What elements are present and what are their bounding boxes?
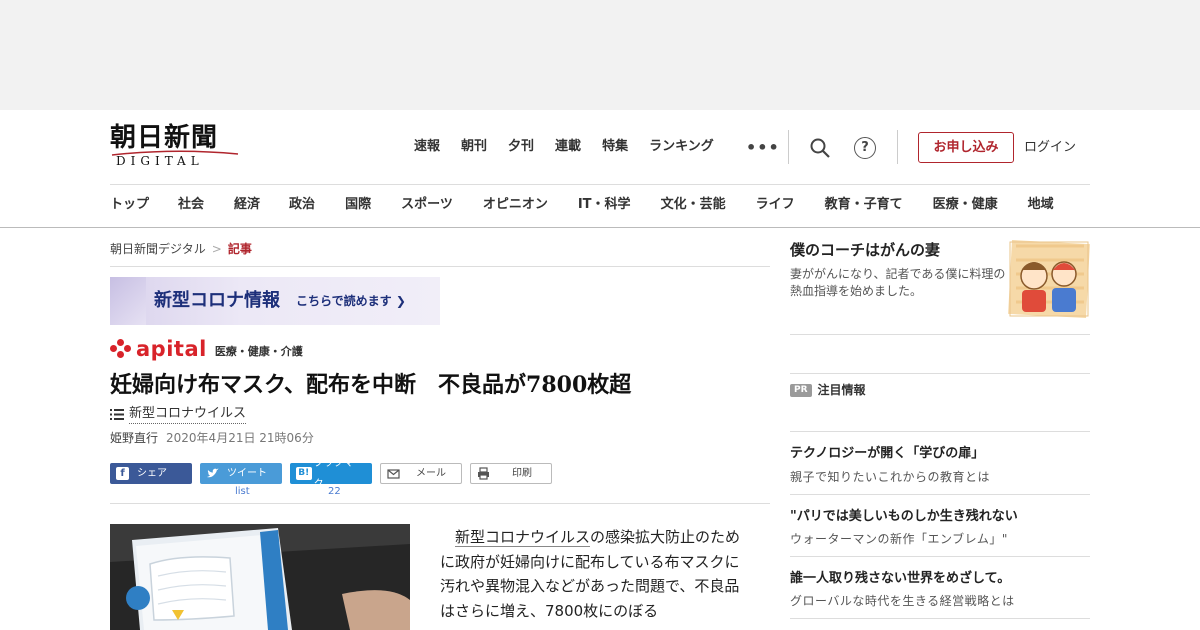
hatena-bookmark-label: ブックマーク	[313, 457, 364, 490]
sidebar-divider	[790, 618, 1090, 619]
login-link[interactable]: ログイン	[1024, 139, 1076, 157]
hatena-icon: B!	[296, 467, 312, 480]
corona-info-banner[interactable]: 新型コロナ情報 こちらで読めます ❯	[110, 277, 440, 325]
mask-package-image	[110, 524, 410, 630]
top-nav-item-tokushu[interactable]: 特集	[602, 138, 628, 156]
header-bottom-border	[0, 227, 1200, 228]
twitter-share-label: ツイート	[227, 468, 267, 479]
apital-logo[interactable]: apital 医療・健康・介護	[110, 338, 303, 360]
pr-item-title[interactable]: 誰一人取り残さない世界をめざして。	[790, 570, 1010, 588]
category-opinion[interactable]: オピニオン	[483, 196, 548, 214]
category-society[interactable]: 社会	[178, 196, 204, 214]
advertisement-band	[0, 0, 1200, 110]
top-nav-item-choukan[interactable]: 朝刊	[461, 138, 487, 156]
facebook-share-label: シェア	[137, 468, 167, 479]
logo-swoosh	[111, 150, 239, 156]
print-label: 印刷	[512, 468, 532, 479]
breadcrumb-separator: >	[211, 242, 222, 256]
mail-share-button[interactable]: メール	[380, 463, 462, 484]
top-nav: 速報 朝刊 夕刊 連載 特集 ランキング	[414, 138, 735, 156]
sidebar-divider	[790, 494, 1090, 495]
category-nav: トップ 社会 経済 政治 国際 スポーツ オピニオン IT・科学 文化・芸能 ラ…	[110, 196, 1054, 214]
category-health[interactable]: 医療・健康	[933, 196, 998, 214]
pr-item-title[interactable]: テクノロジーが開く「学びの扉」	[790, 445, 984, 463]
pr-item-subtitle[interactable]: ウォーターマンの新作「エンブレム」"	[790, 531, 1008, 547]
divider	[110, 266, 770, 267]
header-divider	[788, 130, 789, 164]
pr-item-title[interactable]: "パリでは美しいものしか生き残れない	[790, 508, 1018, 526]
apply-button[interactable]: お申し込み	[918, 132, 1014, 163]
category-international[interactable]: 国際	[345, 196, 371, 214]
article-body: 新型コロナウイルスの感染拡大防止のために政府が妊婦向けに配布している布マスクに汚…	[440, 525, 750, 623]
category-culture[interactable]: 文化・芸能	[661, 196, 726, 214]
facebook-share-button[interactable]: f シェア	[110, 463, 192, 484]
sidebar-divider	[790, 431, 1090, 432]
more-icon[interactable]: •••	[746, 140, 780, 156]
search-icon[interactable]	[809, 137, 831, 159]
pr-heading: PR 注目情報	[790, 382, 866, 398]
category-it-science[interactable]: IT・科学	[578, 196, 631, 214]
pr-heading-label: 注目情報	[817, 383, 866, 397]
banner-link: こちらで読めます ❯	[296, 294, 406, 308]
article-paragraph: 新型コロナウイルスの感染拡大防止のために政府が妊婦向けに配布している布マスクに汚…	[440, 525, 750, 623]
feature-illustration[interactable]	[1008, 240, 1090, 318]
category-sports[interactable]: スポーツ	[401, 196, 453, 214]
apital-dots-icon	[110, 339, 132, 359]
topic-tag: 新型コロナウイルス	[110, 405, 247, 424]
logo-sub-text: DIGITAL	[116, 154, 204, 168]
print-button[interactable]: 印刷	[470, 463, 552, 484]
twitter-count[interactable]: list	[235, 486, 250, 498]
breadcrumb-current: 記事	[227, 242, 252, 256]
article-headline: 妊婦向け布マスク、配布を中断 不良品が7800枚超	[110, 372, 632, 398]
byline: 姫野直行 2020年4月21日 21時06分	[110, 430, 314, 446]
category-top[interactable]: トップ	[110, 196, 149, 214]
apital-subtitle: 医療・健康・介護	[214, 345, 303, 358]
category-life[interactable]: ライフ	[756, 196, 795, 214]
top-nav-item-sokuho[interactable]: 速報	[414, 138, 440, 156]
banner-decoration	[110, 277, 146, 325]
mail-icon	[387, 469, 400, 479]
facebook-icon: f	[116, 467, 129, 480]
category-economy[interactable]: 経済	[234, 196, 260, 214]
category-politics[interactable]: 政治	[289, 196, 315, 214]
breadcrumb-home[interactable]: 朝日新聞デジタル	[110, 242, 206, 256]
twitter-share-button[interactable]: ツイート	[200, 463, 282, 484]
top-nav-item-yuukan[interactable]: 夕刊	[508, 138, 534, 156]
publish-date: 2020年4月21日 21時06分	[166, 431, 314, 445]
category-region[interactable]: 地域	[1028, 196, 1054, 214]
pr-badge: PR	[790, 383, 812, 397]
logo-main-text: 朝日新聞	[110, 123, 219, 153]
top-nav-item-rensai[interactable]: 連載	[555, 138, 581, 156]
print-icon	[478, 467, 489, 480]
sidebar-divider	[790, 556, 1090, 557]
sidebar-divider	[790, 334, 1090, 335]
topic-link[interactable]: 新型コロナウイルス	[129, 405, 247, 424]
twitter-icon	[207, 468, 219, 478]
mail-share-label: メール	[416, 468, 446, 479]
category-education[interactable]: 教育・子育て	[825, 196, 903, 214]
article-photo[interactable]	[110, 524, 410, 630]
apital-wordmark: apital	[136, 337, 207, 361]
divider	[110, 503, 770, 504]
author-name[interactable]: 姫野直行	[110, 431, 158, 445]
site-logo[interactable]: 朝日新聞 DIGITAL	[110, 124, 242, 168]
feature-title[interactable]: 僕のコーチはがんの妻	[790, 240, 940, 260]
pr-item-subtitle[interactable]: グローバルな時代を生きる経営戦略とは	[790, 593, 1015, 609]
breadcrumb: 朝日新聞デジタル > 記事	[110, 241, 252, 257]
hatena-count[interactable]: 22	[328, 486, 341, 498]
category-divider	[110, 184, 1090, 185]
body-topic-link[interactable]: 新型コロナウイルス	[455, 528, 591, 547]
top-nav-item-ranking[interactable]: ランキング	[649, 138, 714, 156]
sidebar-divider	[790, 373, 1090, 374]
hatena-bookmark-button[interactable]: B! ブックマーク	[290, 458, 372, 490]
feature-description: 妻ががんになり、記者である僕に料理の熱血指導を始めました。	[790, 267, 1006, 298]
pr-item-subtitle[interactable]: 親子で知りたいこれからの教育とは	[790, 469, 990, 485]
header-divider	[897, 130, 898, 164]
banner-title: 新型コロナ情報	[154, 290, 280, 311]
help-icon[interactable]: ?	[854, 137, 876, 159]
list-icon	[110, 409, 124, 420]
